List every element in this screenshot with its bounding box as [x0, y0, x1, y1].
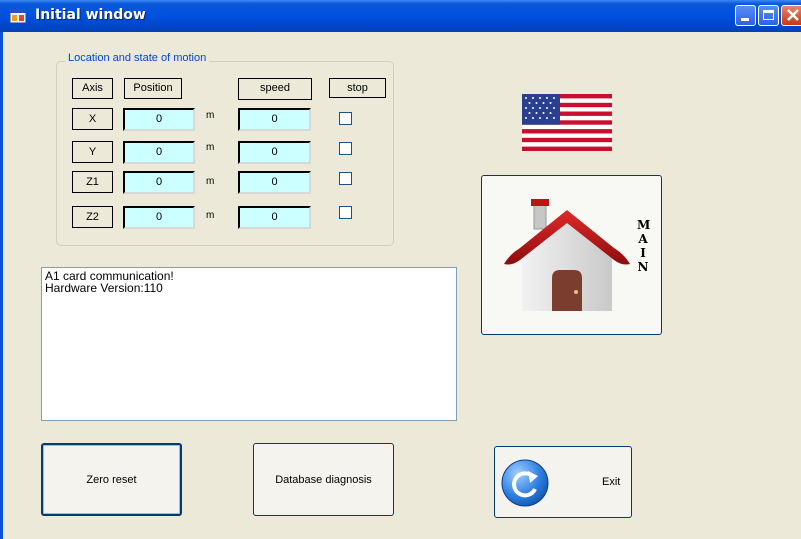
speed-field-z1[interactable]: 0: [238, 171, 311, 194]
main-letter: I: [640, 246, 646, 260]
speed-header: speed: [238, 78, 312, 100]
maximize-button[interactable]: [758, 5, 779, 26]
log-textarea[interactable]: A1 card communication! Hardware Version:…: [41, 267, 457, 421]
position-field-z2[interactable]: 0: [123, 206, 195, 229]
position-field-x[interactable]: 0: [123, 108, 195, 131]
groupbox-title: Location and state of motion: [65, 52, 210, 64]
stop-checkbox-z2[interactable]: [339, 206, 352, 219]
house-icon: [504, 199, 630, 311]
unit-label-x: m: [206, 110, 215, 121]
window-title: Initial window: [35, 7, 146, 23]
main-letter: N: [637, 260, 649, 274]
zero-reset-button[interactable]: Zero reset: [41, 443, 182, 516]
unit-label-z1: m: [206, 176, 215, 187]
exit-button[interactable]: Exit: [494, 446, 632, 518]
position-field-y[interactable]: 0: [123, 141, 195, 164]
unit-label-z2: m: [206, 210, 215, 221]
position-header: Position: [124, 78, 182, 99]
speed-field-x[interactable]: 0: [238, 108, 311, 131]
database-diagnosis-label: Database diagnosis: [275, 473, 372, 486]
title-bar: Initial window: [0, 0, 801, 32]
axis-header: Axis: [72, 78, 113, 99]
stop-checkbox-y[interactable]: [339, 142, 352, 155]
axis-label-x: X: [72, 108, 113, 130]
main-home-button[interactable]: M A I N: [481, 175, 662, 335]
stop-header: stop: [329, 78, 386, 98]
close-icon: [787, 9, 799, 21]
main-label: M A I N: [637, 218, 651, 274]
log-line: Hardware Version:110: [45, 281, 163, 295]
axis-label-z1: Z1: [72, 171, 113, 193]
unit-label-y: m: [206, 142, 215, 153]
close-button[interactable]: [781, 5, 801, 26]
database-diagnosis-button[interactable]: Database diagnosis: [253, 443, 394, 516]
stop-checkbox-x[interactable]: [339, 112, 352, 125]
stop-checkbox-z1[interactable]: [339, 172, 352, 185]
refresh-arrow-icon: [501, 459, 549, 507]
speed-field-y[interactable]: 0: [238, 141, 311, 164]
position-field-z1[interactable]: 0: [123, 171, 195, 194]
us-flag-icon[interactable]: [522, 94, 612, 151]
zero-reset-label: Zero reset: [86, 473, 137, 486]
speed-field-z2[interactable]: 0: [238, 206, 311, 229]
axis-label-y: Y: [72, 141, 113, 163]
exit-label: Exit: [602, 476, 621, 488]
axis-label-z2: Z2: [72, 206, 113, 228]
minimize-button[interactable]: [735, 5, 756, 26]
main-letter: A: [638, 232, 648, 246]
app-window-icon: [10, 9, 26, 23]
main-letter: M: [637, 218, 651, 232]
